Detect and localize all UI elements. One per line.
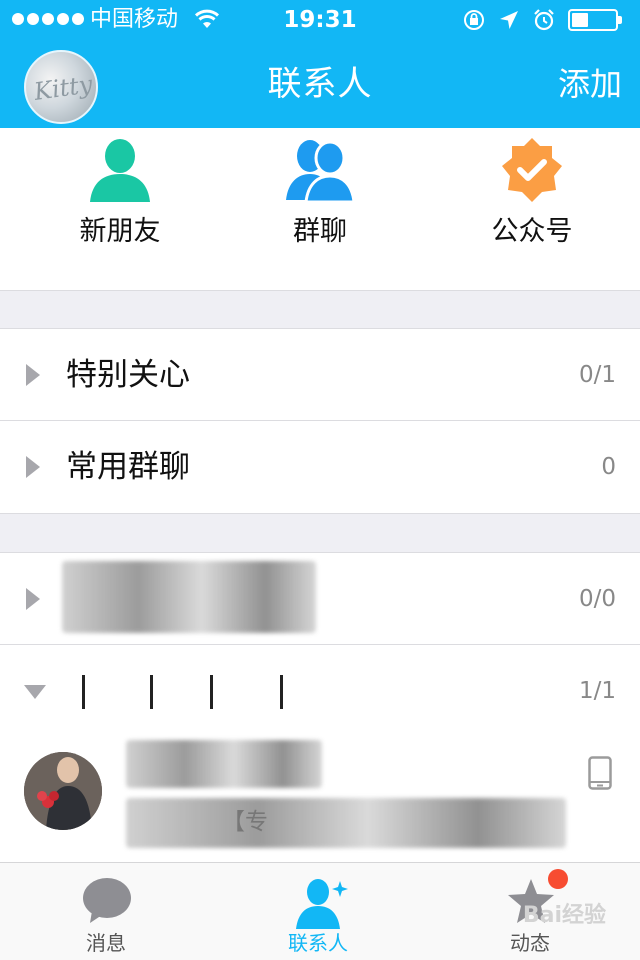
rotation-lock-icon <box>464 10 484 30</box>
notification-dot <box>548 869 568 889</box>
watermark: Bai经验 <box>522 903 606 928</box>
group-count: 0 <box>601 454 616 480</box>
group-chat-entry[interactable]: 群聊 <box>220 128 420 278</box>
official-accounts-entry[interactable]: 公众号 <box>432 128 632 278</box>
message-bubble-icon <box>83 878 131 923</box>
group-count: 0/0 <box>578 586 616 612</box>
verified-badge-icon <box>502 138 562 202</box>
location-arrow-icon <box>500 11 518 29</box>
group-name: 常用群聊 <box>66 449 190 485</box>
battery-icon <box>568 9 622 31</box>
group-row-blurred[interactable]: 0/0 <box>0 553 640 645</box>
section-divider <box>0 513 640 553</box>
contacts-icon <box>296 879 348 929</box>
new-friends-entry[interactable]: 新朋友 <box>20 128 220 278</box>
contact-avatar <box>24 752 102 830</box>
collapse-arrow-icon <box>24 685 46 699</box>
mobile-device-icon <box>588 756 612 790</box>
alarm-icon <box>534 9 554 31</box>
group-name-mark <box>82 675 85 709</box>
section-divider <box>0 290 640 329</box>
person-icon <box>90 139 150 202</box>
group-count: 1/1 <box>578 678 616 704</box>
group-icon <box>286 140 354 204</box>
redacted-contact-status <box>126 798 566 848</box>
expand-arrow-icon <box>26 364 40 386</box>
group-row-expanded[interactable]: 1/1 <box>0 645 640 737</box>
quick-entries: 新朋友 群聊 公众号 <box>0 128 640 290</box>
tab-bar: 消息 联系人 动态 Bai经验 <box>0 862 640 960</box>
group-name-mark <box>150 675 153 709</box>
group-name: 特别关心 <box>66 357 190 393</box>
top-bar: 中国移动 19:31 Kitty 联系人 添加 <box>0 0 640 128</box>
new-friends-label: 新朋友 <box>79 216 161 247</box>
group-count: 0/1 <box>578 362 616 388</box>
add-button[interactable]: 添加 <box>558 60 622 108</box>
group-name-mark <box>280 675 283 709</box>
tab-label: 联系人 <box>288 931 348 955</box>
contact-item[interactable]: 【专 <box>0 736 640 862</box>
tab-messages[interactable]: 消息 <box>46 863 166 960</box>
status-bar: 中国移动 19:31 <box>0 0 640 40</box>
expand-arrow-icon <box>26 588 40 610</box>
tab-label: 消息 <box>86 931 126 955</box>
expand-arrow-icon <box>26 456 40 478</box>
redacted-group-name <box>62 561 316 633</box>
tab-contacts[interactable]: 联系人 <box>258 863 378 960</box>
group-chat-label: 群聊 <box>293 216 347 247</box>
contact-status-text: 【专 <box>222 809 268 835</box>
page-title: 联系人 <box>267 64 373 104</box>
tab-label: 动态 <box>510 931 550 955</box>
official-accounts-label: 公众号 <box>491 216 573 247</box>
group-name-mark <box>210 675 213 709</box>
group-row-special-care[interactable]: 特别关心 0/1 <box>0 329 640 421</box>
redacted-contact-name <box>126 740 322 788</box>
group-row-frequent-groups[interactable]: 常用群聊 0 <box>0 421 640 513</box>
